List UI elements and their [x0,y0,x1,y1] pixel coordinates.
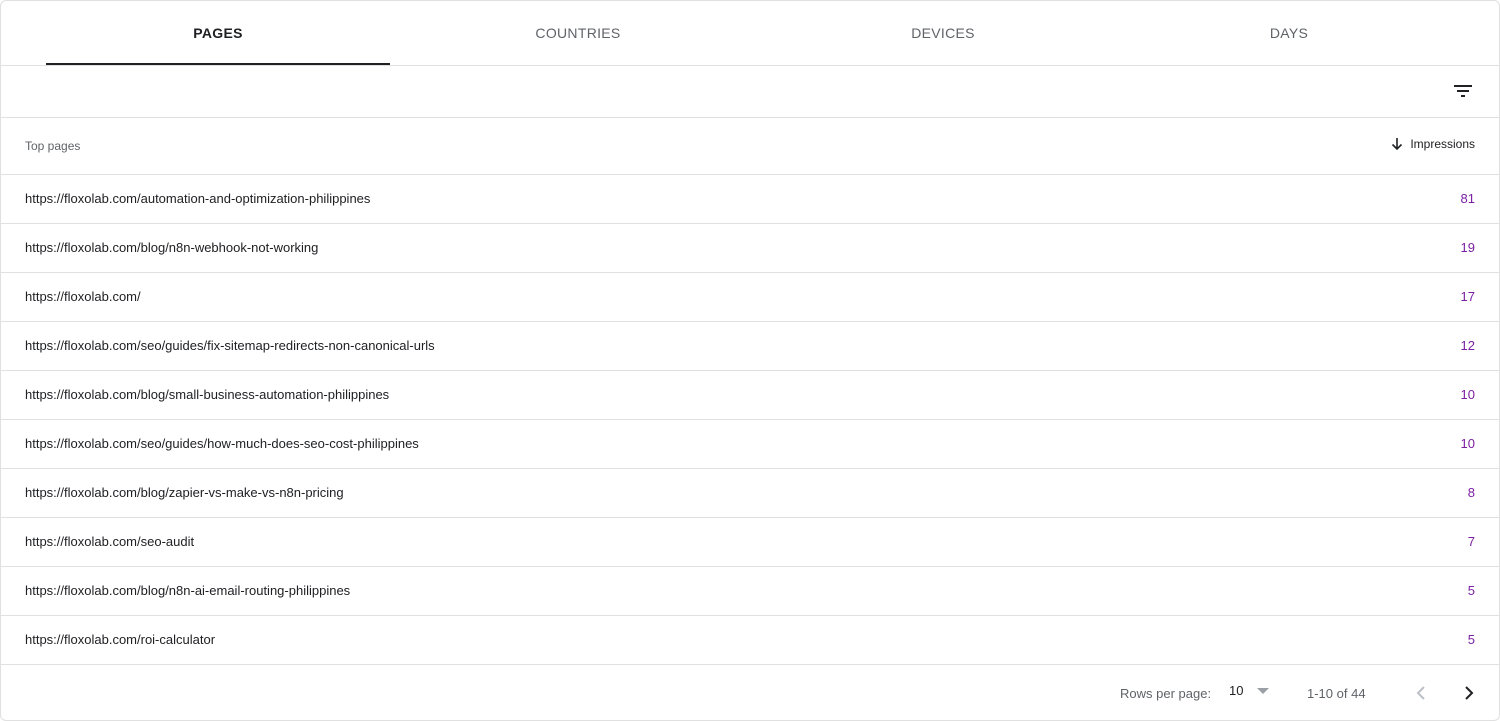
page-url[interactable]: https://floxolab.com/roi-calculator [25,632,215,647]
table-row[interactable]: https://floxolab.com/17 [1,273,1499,322]
rows-per-page-value: 10 [1229,683,1244,698]
table-header: Top pages Impressions [1,118,1499,175]
impressions-value: 10 [1460,436,1475,451]
impressions-value: 12 [1460,338,1475,353]
chevron-left-icon [1416,686,1425,700]
chevron-right-icon [1465,686,1474,700]
impressions-value: 7 [1467,534,1475,549]
table-row[interactable]: https://floxolab.com/seo/guides/how-much… [1,420,1499,469]
tab-pages[interactable]: PAGES [46,1,390,65]
impressions-value: 19 [1460,240,1475,255]
impressions-value: 17 [1460,289,1475,304]
table-row[interactable]: https://floxolab.com/automation-and-opti… [1,175,1499,224]
page-url[interactable]: https://floxolab.com/blog/zapier-vs-make… [25,485,344,500]
tab-devices[interactable]: DEVICES [771,1,1115,65]
column-header-top-pages[interactable]: Top pages [25,139,80,153]
page-url[interactable]: https://floxolab.com/seo-audit [25,534,194,549]
rows-per-page-select[interactable]: 10 [1229,683,1270,698]
tab-countries[interactable]: COUNTRIES [406,1,750,65]
table-row[interactable]: https://floxolab.com/blog/n8n-webhook-no… [1,224,1499,273]
table-row[interactable]: https://floxolab.com/blog/small-business… [1,371,1499,420]
table-toolbar [1,66,1499,118]
tab-days[interactable]: DAYS [1117,1,1461,65]
tab-bar: PAGES COUNTRIES DEVICES DAYS [1,1,1499,66]
impressions-value: 81 [1460,191,1475,206]
column-header-impressions[interactable]: Impressions [1390,137,1475,151]
impressions-value: 5 [1467,583,1475,598]
page-url[interactable]: https://floxolab.com/blog/n8n-ai-email-r… [25,583,350,598]
table-row[interactable]: https://floxolab.com/seo-audit 7 [1,518,1499,567]
page-url[interactable]: https://floxolab.com/seo/guides/how-much… [25,436,419,451]
impressions-value: 5 [1467,632,1475,647]
rows-per-page-label: Rows per page: [1120,686,1212,701]
table-row[interactable]: https://floxolab.com/blog/n8n-ai-email-r… [1,567,1499,616]
impressions-label: Impressions [1410,137,1475,151]
table-row[interactable]: https://floxolab.com/blog/zapier-vs-make… [1,469,1499,518]
table-row[interactable]: https://floxolab.com/seo/guides/fix-site… [1,322,1499,371]
previous-page-button[interactable] [1409,681,1433,705]
impressions-value: 8 [1467,485,1475,500]
next-page-button[interactable] [1457,681,1481,705]
page-url[interactable]: https://floxolab.com/blog/n8n-webhook-no… [25,240,318,255]
page-url[interactable]: https://floxolab.com/blog/small-business… [25,387,389,402]
page-url[interactable]: https://floxolab.com/ [25,289,141,304]
filter-list-icon[interactable] [1451,79,1475,103]
table-row[interactable]: https://floxolab.com/roi-calculator 5 [1,616,1499,665]
table-body: https://floxolab.com/automation-and-opti… [1,175,1499,665]
performance-card: PAGES COUNTRIES DEVICES DAYS Top pages I… [0,0,1500,721]
dropdown-arrow-icon [1257,687,1270,694]
pagination-footer: Rows per page: 10 1-10 of 44 [1,665,1499,720]
pagination-range: 1-10 of 44 [1307,686,1366,701]
page-url[interactable]: https://floxolab.com/automation-and-opti… [25,191,370,206]
arrow-down-icon [1392,138,1403,151]
impressions-value: 10 [1460,387,1475,402]
page-url[interactable]: https://floxolab.com/seo/guides/fix-site… [25,338,435,353]
